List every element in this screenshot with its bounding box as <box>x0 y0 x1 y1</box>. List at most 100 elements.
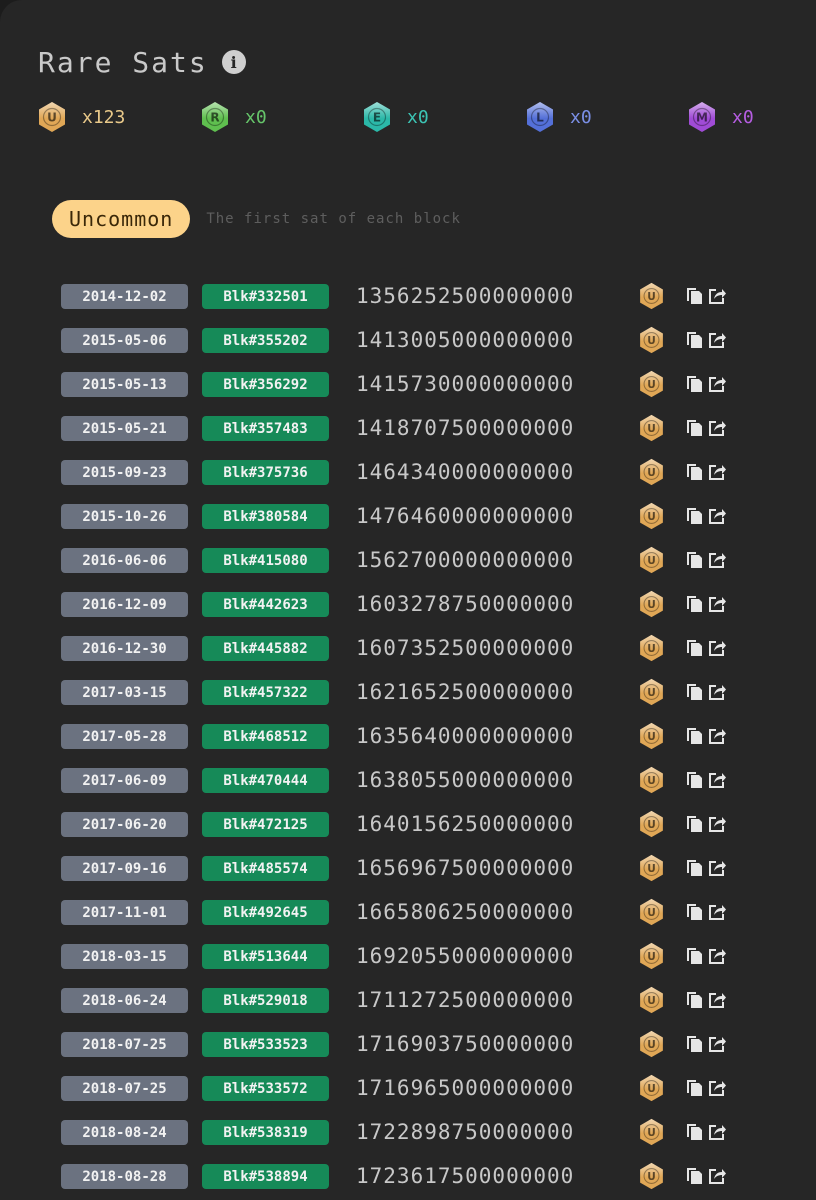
share-icon[interactable] <box>708 375 727 393</box>
share-icon[interactable] <box>708 1123 727 1141</box>
uncommon-hex-icon: U <box>640 370 663 398</box>
svg-text:U: U <box>647 731 656 743</box>
mythic-hex-icon: M <box>689 102 715 132</box>
count-legendary: Lx0 <box>526 101 592 133</box>
copy-icon[interactable] <box>686 551 703 569</box>
date-badge: 2015-05-21 <box>61 416 188 441</box>
count-value: x0 <box>407 106 429 128</box>
block-link[interactable]: Blk#380584 <box>202 504 329 529</box>
block-link[interactable]: Blk#533572 <box>202 1076 329 1101</box>
info-icon[interactable]: i <box>221 50 246 74</box>
date-badge: 2018-03-15 <box>61 944 188 969</box>
copy-icon[interactable] <box>686 507 703 525</box>
share-icon[interactable] <box>708 331 727 349</box>
uncommon-hex-icon: U <box>39 102 65 132</box>
copy-icon[interactable] <box>686 1079 703 1097</box>
count-rare: Rx0 <box>201 101 267 133</box>
copy-icon[interactable] <box>686 1167 703 1185</box>
sat-row: 2017-05-28 Blk#468512 1635640000000000 U <box>61 722 761 750</box>
copy-icon[interactable] <box>686 903 703 921</box>
block-link[interactable]: Blk#470444 <box>202 768 329 793</box>
sat-row: 2017-09-16 Blk#485574 1656967500000000 U <box>61 854 761 882</box>
date-badge: 2018-07-25 <box>61 1032 188 1057</box>
share-icon[interactable] <box>708 815 727 833</box>
share-icon[interactable] <box>708 859 727 877</box>
share-icon[interactable] <box>708 991 727 1009</box>
share-icon[interactable] <box>708 595 727 613</box>
uncommon-hex-icon: U <box>640 942 663 970</box>
share-icon[interactable] <box>708 1079 727 1097</box>
block-link[interactable]: Blk#485574 <box>202 856 329 881</box>
share-icon[interactable] <box>708 287 727 305</box>
copy-icon[interactable] <box>686 639 703 657</box>
date-badge: 2018-06-24 <box>61 988 188 1013</box>
share-icon[interactable] <box>708 463 727 481</box>
copy-icon[interactable] <box>686 947 703 965</box>
svg-text:U: U <box>647 775 656 787</box>
sat-number: 1464340000000000 <box>356 460 575 484</box>
copy-icon[interactable] <box>686 463 703 481</box>
block-link[interactable]: Blk#538319 <box>202 1120 329 1145</box>
block-link[interactable]: Blk#375736 <box>202 460 329 485</box>
copy-icon[interactable] <box>686 1123 703 1141</box>
uncommon-hex-icon: U <box>640 1074 663 1102</box>
block-link[interactable]: Blk#355202 <box>202 328 329 353</box>
block-link[interactable]: Blk#468512 <box>202 724 329 749</box>
svg-text:U: U <box>647 1083 656 1095</box>
copy-icon[interactable] <box>686 683 703 701</box>
uncommon-hex-icon: U <box>640 546 663 574</box>
sat-row: 2018-07-25 Blk#533572 1716965000000000 U <box>61 1074 761 1102</box>
block-link[interactable]: Blk#415080 <box>202 548 329 573</box>
share-icon[interactable] <box>708 551 727 569</box>
sat-number: 1476460000000000 <box>356 504 575 528</box>
share-icon[interactable] <box>708 1035 727 1053</box>
block-link[interactable]: Blk#529018 <box>202 988 329 1013</box>
block-link[interactable]: Blk#538894 <box>202 1164 329 1189</box>
svg-text:R: R <box>210 111 219 125</box>
copy-icon[interactable] <box>686 375 703 393</box>
block-link[interactable]: Blk#492645 <box>202 900 329 925</box>
copy-icon[interactable] <box>686 991 703 1009</box>
block-link[interactable]: Blk#533523 <box>202 1032 329 1057</box>
block-link[interactable]: Blk#472125 <box>202 812 329 837</box>
share-icon[interactable] <box>708 507 727 525</box>
share-icon[interactable] <box>708 727 727 745</box>
block-link[interactable]: Blk#442623 <box>202 592 329 617</box>
share-icon[interactable] <box>708 771 727 789</box>
uncommon-hex-icon: U <box>640 898 663 926</box>
rarity-tag[interactable]: Uncommon <box>52 200 191 238</box>
sat-row: 2016-06-06 Blk#415080 1562700000000000 U <box>61 546 761 574</box>
block-link[interactable]: Blk#445882 <box>202 636 329 661</box>
sat-row: 2018-08-28 Blk#538894 1723617500000000 U <box>61 1162 761 1190</box>
copy-icon[interactable] <box>686 419 703 437</box>
copy-icon[interactable] <box>686 1035 703 1053</box>
copy-icon[interactable] <box>686 331 703 349</box>
date-badge: 2017-06-20 <box>61 812 188 837</box>
block-link[interactable]: Blk#332501 <box>202 284 329 309</box>
copy-icon[interactable] <box>686 595 703 613</box>
copy-icon[interactable] <box>686 859 703 877</box>
uncommon-hex-icon: U <box>640 282 663 310</box>
block-link[interactable]: Blk#356292 <box>202 372 329 397</box>
svg-text:U: U <box>647 467 656 479</box>
count-mythic: Mx0 <box>688 101 754 133</box>
date-badge: 2016-12-30 <box>61 636 188 661</box>
date-badge: 2017-05-28 <box>61 724 188 749</box>
block-link[interactable]: Blk#513644 <box>202 944 329 969</box>
share-icon[interactable] <box>708 419 727 437</box>
date-badge: 2017-09-16 <box>61 856 188 881</box>
share-icon[interactable] <box>708 947 727 965</box>
share-icon[interactable] <box>708 639 727 657</box>
count-value: x123 <box>82 106 126 128</box>
share-icon[interactable] <box>708 1167 727 1185</box>
block-link[interactable]: Blk#357483 <box>202 416 329 441</box>
copy-icon[interactable] <box>686 287 703 305</box>
copy-icon[interactable] <box>686 771 703 789</box>
copy-icon[interactable] <box>686 727 703 745</box>
rare-hex-icon: R <box>202 102 228 132</box>
block-link[interactable]: Blk#457322 <box>202 680 329 705</box>
sat-number: 1640156250000000 <box>356 812 575 836</box>
copy-icon[interactable] <box>686 815 703 833</box>
share-icon[interactable] <box>708 683 727 701</box>
share-icon[interactable] <box>708 903 727 921</box>
